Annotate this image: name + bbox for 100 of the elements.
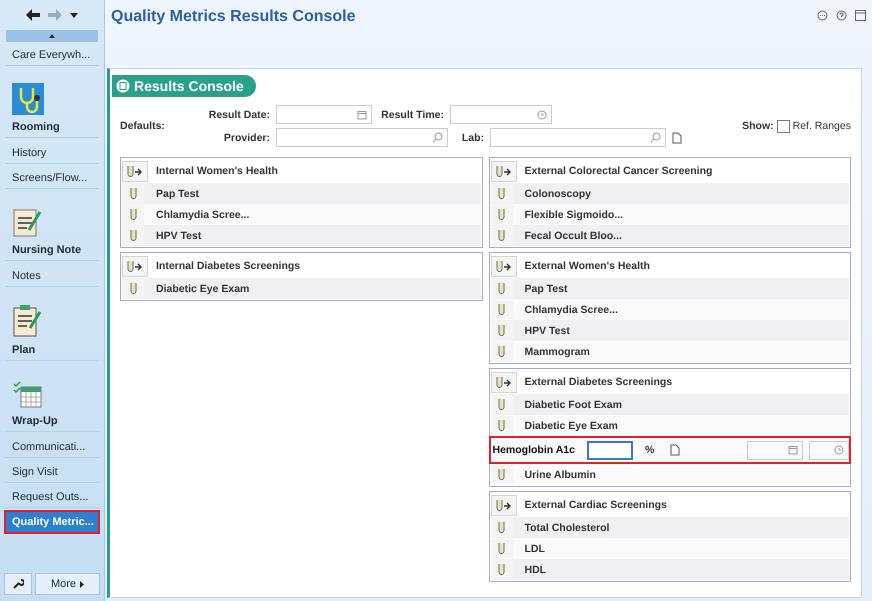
group-title: Internal Women's Health <box>156 165 278 177</box>
unit-label: % <box>644 444 654 456</box>
stethoscope-icon <box>12 83 44 115</box>
test-item[interactable]: Diabetic Eye Exam <box>524 420 618 432</box>
sidebar-item[interactable]: Care Everywh... <box>4 43 100 66</box>
document-icon <box>670 444 680 456</box>
test-tube-icon <box>130 283 136 294</box>
test-item[interactable]: Urine Albumin <box>524 468 596 480</box>
sidebar-item[interactable]: Quality Metric... <box>4 510 100 534</box>
result-time-field[interactable] <box>450 105 552 124</box>
test-tube-icon <box>130 188 136 199</box>
test-tube-icon <box>498 304 505 315</box>
sidebar-item[interactable]: Notes <box>4 264 100 287</box>
options-icon[interactable] <box>817 10 828 21</box>
group-title: External Women's Health <box>524 260 650 272</box>
test-tube-arrow-icon <box>496 166 512 176</box>
group-title: External Cardiac Screenings <box>524 499 667 511</box>
test-item[interactable]: Diabetic Eye Exam <box>156 282 250 294</box>
sidebar-item[interactable]: Wrap-Up <box>4 373 100 432</box>
test-item[interactable]: Colonoscopy <box>524 188 592 200</box>
test-tube-icon <box>498 188 505 199</box>
group-title: Internal Diabetes Screenings <box>156 260 300 272</box>
test-item[interactable]: Diabetic Foot Exam <box>524 398 622 410</box>
test-tube-icon <box>498 420 505 431</box>
test-item[interactable]: Mammogram <box>524 346 590 358</box>
test-tube-arrow-icon <box>496 260 512 272</box>
lab-label: Lab: <box>460 132 484 144</box>
sidebar-item[interactable]: Nursing Note <box>4 200 100 261</box>
add-results-button[interactable] <box>490 160 516 182</box>
sidebar-item[interactable]: Sign Visit <box>4 460 100 483</box>
test-tube-icon <box>498 209 505 220</box>
clock-icon <box>537 110 547 120</box>
result-input[interactable] <box>586 440 633 460</box>
clock-icon <box>834 445 844 455</box>
test-tube-arrow-icon <box>127 166 143 176</box>
wrench-button[interactable] <box>4 573 32 595</box>
back-arrow-icon[interactable] <box>26 9 40 21</box>
group-title: External Colorectal Cancer Screening <box>524 165 712 177</box>
group-title: External Diabetes Screenings <box>524 376 672 388</box>
test-item[interactable]: HDL <box>524 564 546 576</box>
console-icon <box>116 79 130 93</box>
test-item[interactable]: HPV Test <box>524 324 570 336</box>
lab-field[interactable] <box>490 128 666 147</box>
test-tube-icon <box>498 522 505 533</box>
test-item[interactable]: LDL <box>524 542 545 554</box>
result-date-field[interactable] <box>276 105 372 124</box>
test-item[interactable]: Pap Test <box>524 282 568 294</box>
clipboard-icon <box>12 304 42 338</box>
add-results-button[interactable] <box>490 372 516 392</box>
sidebar-item[interactable]: Plan <box>4 298 100 361</box>
ref-ranges-checkbox[interactable] <box>776 120 790 132</box>
test-tube-icon <box>130 209 136 220</box>
test-tube-icon <box>130 230 136 241</box>
test-tube-icon <box>498 283 505 294</box>
test-tube-icon <box>498 399 505 410</box>
test-item[interactable]: Chlamydia Scree... <box>524 304 618 316</box>
test-item[interactable]: Flexible Sigmoido... <box>524 208 624 220</box>
dropdown-caret-icon[interactable] <box>70 12 78 18</box>
show-label: Show: <box>742 120 774 132</box>
time-field[interactable] <box>809 440 849 460</box>
provider-label: Provider: <box>222 132 270 144</box>
window-title: Quality Metrics Results Console <box>111 8 357 26</box>
test-name: Hemoglobin A1c <box>492 444 575 456</box>
sidebar-item[interactable]: Request Outs... <box>4 485 100 508</box>
provider-field[interactable] <box>276 128 448 147</box>
test-tube-arrow-icon <box>127 260 143 272</box>
test-item[interactable]: Pap Test <box>156 188 199 200</box>
add-results-button[interactable] <box>122 160 148 182</box>
calendar-icon <box>357 110 367 120</box>
result-date-label: Result Date: <box>208 108 270 120</box>
caret-icon <box>80 580 84 588</box>
defaults-label: Defaults: <box>120 120 166 132</box>
test-tube-icon <box>498 325 505 336</box>
test-tube-arrow-icon <box>496 500 512 510</box>
document-icon <box>672 132 682 144</box>
date-field[interactable] <box>747 440 803 460</box>
test-tube-arrow-icon <box>496 376 512 388</box>
sidebar-item[interactable]: Communicati... <box>4 435 100 458</box>
calendar-icon <box>788 445 798 455</box>
wrench-icon <box>12 578 24 590</box>
search-icon <box>650 132 661 143</box>
test-item[interactable]: Total Cholesterol <box>524 522 610 534</box>
test-tube-icon <box>498 469 505 480</box>
add-results-button[interactable] <box>490 494 516 516</box>
add-results-button[interactable] <box>490 256 516 276</box>
sidebar-item[interactable]: Rooming <box>4 77 100 138</box>
test-item[interactable]: HPV Test <box>156 230 202 242</box>
help-icon[interactable] <box>836 10 847 21</box>
add-results-button[interactable] <box>122 256 148 276</box>
calendar-checklist-icon <box>12 379 44 409</box>
test-tube-icon <box>498 230 505 241</box>
test-tube-icon <box>498 346 505 357</box>
sidebar-item[interactable]: Screens/Flow... <box>4 166 100 189</box>
sidebar-item[interactable]: History <box>4 141 100 164</box>
ref-ranges-label: Ref. Ranges <box>792 120 851 132</box>
test-item[interactable]: Chlamydia Scree... <box>156 208 250 220</box>
window-icon[interactable] <box>855 10 866 21</box>
test-tube-icon <box>498 543 505 554</box>
more-button[interactable]: More <box>35 573 100 595</box>
test-item[interactable]: Fecal Occult Bloo... <box>524 230 622 242</box>
